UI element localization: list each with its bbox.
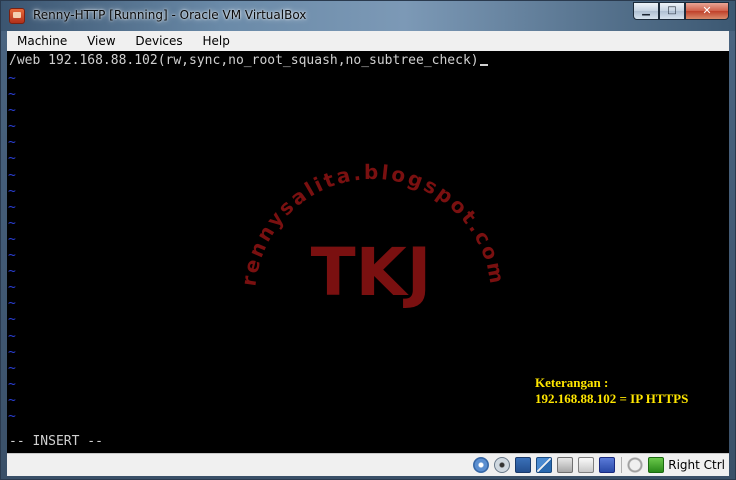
minimize-button[interactable]: ▁	[633, 2, 659, 20]
close-button[interactable]: ✕	[685, 2, 729, 20]
hard-disk-icon[interactable]	[473, 457, 490, 473]
floppy-icon[interactable]	[515, 457, 532, 473]
watermark-url-path: rennysalita.blogspot.com	[236, 160, 507, 288]
status-icons: Right Ctrl	[468, 456, 725, 474]
usb-icon[interactable]	[557, 457, 574, 473]
menu-devices[interactable]: Devices	[127, 31, 190, 51]
annotation-body: 192.168.88.102 = IP HTTPS	[535, 391, 689, 406]
shared-folders-icon[interactable]	[578, 457, 595, 473]
empty-line-marker: ~	[8, 392, 16, 408]
status-separator	[621, 457, 623, 473]
watermark-url: rennysalita.blogspot.com	[236, 160, 509, 288]
menu-view[interactable]: View	[79, 31, 123, 51]
empty-line-markers: ~ ~ ~ ~ ~ ~ ~ ~ ~ ~ ~ ~ ~ ~ ~ ~ ~ ~ ~ ~ ~ ~	[8, 71, 16, 425]
terminal-line-1: /web 192.168.88.102(rw,sync,no_root_squa…	[9, 53, 488, 68]
vim-mode-indicator: -- INSERT --	[9, 434, 103, 449]
empty-line-marker: ~	[8, 264, 16, 280]
optical-drive-icon[interactable]	[494, 457, 511, 473]
network-icon[interactable]	[536, 457, 553, 473]
annotation-heading: Keterangan :	[535, 375, 609, 390]
empty-line-marker: ~	[8, 376, 16, 392]
empty-line-marker: ~	[8, 408, 16, 424]
virtualbox-window: Renny-HTTP [Running] - Oracle VM Virtual…	[0, 0, 736, 480]
empty-line-marker: ~	[8, 248, 16, 264]
maximize-button[interactable]: □	[659, 2, 685, 20]
watermark-logo: TKJ	[311, 234, 432, 311]
annotation-note: Keterangan : 192.168.88.102 = IP HTTPS	[535, 375, 688, 407]
menu-machine[interactable]: Machine	[7, 31, 75, 51]
empty-line-marker: ~	[8, 183, 16, 199]
status-bar: Right Ctrl	[7, 453, 729, 476]
host-key-label: Right Ctrl	[668, 458, 725, 472]
window-title: Renny-HTTP [Running] - Oracle VM Virtual…	[33, 8, 307, 22]
empty-line-marker: ~	[8, 167, 16, 183]
empty-line-marker: ~	[8, 231, 16, 247]
host-key-icon[interactable]	[648, 457, 665, 473]
vm-screen[interactable]: /web 192.168.88.102(rw,sync,no_root_squa…	[7, 51, 729, 453]
menu-help[interactable]: Help	[195, 31, 238, 51]
terminal-text: /web 192.168.88.102(rw,sync,no_root_squa…	[9, 53, 479, 68]
virtualbox-app-icon[interactable]	[9, 8, 25, 24]
empty-line-marker: ~	[8, 328, 16, 344]
empty-line-marker: ~	[8, 360, 16, 376]
empty-line-marker: ~	[8, 103, 16, 119]
empty-line-marker: ~	[8, 71, 16, 86]
empty-line-marker: ~	[8, 135, 16, 151]
empty-line-marker: ~	[8, 199, 16, 215]
mouse-integration-icon[interactable]	[627, 457, 644, 473]
empty-line-marker: ~	[8, 280, 16, 296]
window-controls: ▁ □ ✕	[633, 2, 729, 21]
empty-line-marker: ~	[8, 296, 16, 312]
empty-line-marker: ~	[8, 215, 16, 231]
empty-line-marker: ~	[8, 119, 16, 135]
menu-bar: Machine View Devices Help	[7, 31, 729, 52]
text-cursor	[479, 64, 488, 66]
virtualization-icon[interactable]	[599, 457, 616, 473]
empty-line-marker: ~	[8, 87, 16, 103]
empty-line-marker: ~	[8, 344, 16, 360]
title-bar[interactable]: Renny-HTTP [Running] - Oracle VM Virtual…	[1, 1, 735, 31]
empty-line-marker: ~	[8, 151, 16, 167]
empty-line-marker: ~	[8, 312, 16, 328]
